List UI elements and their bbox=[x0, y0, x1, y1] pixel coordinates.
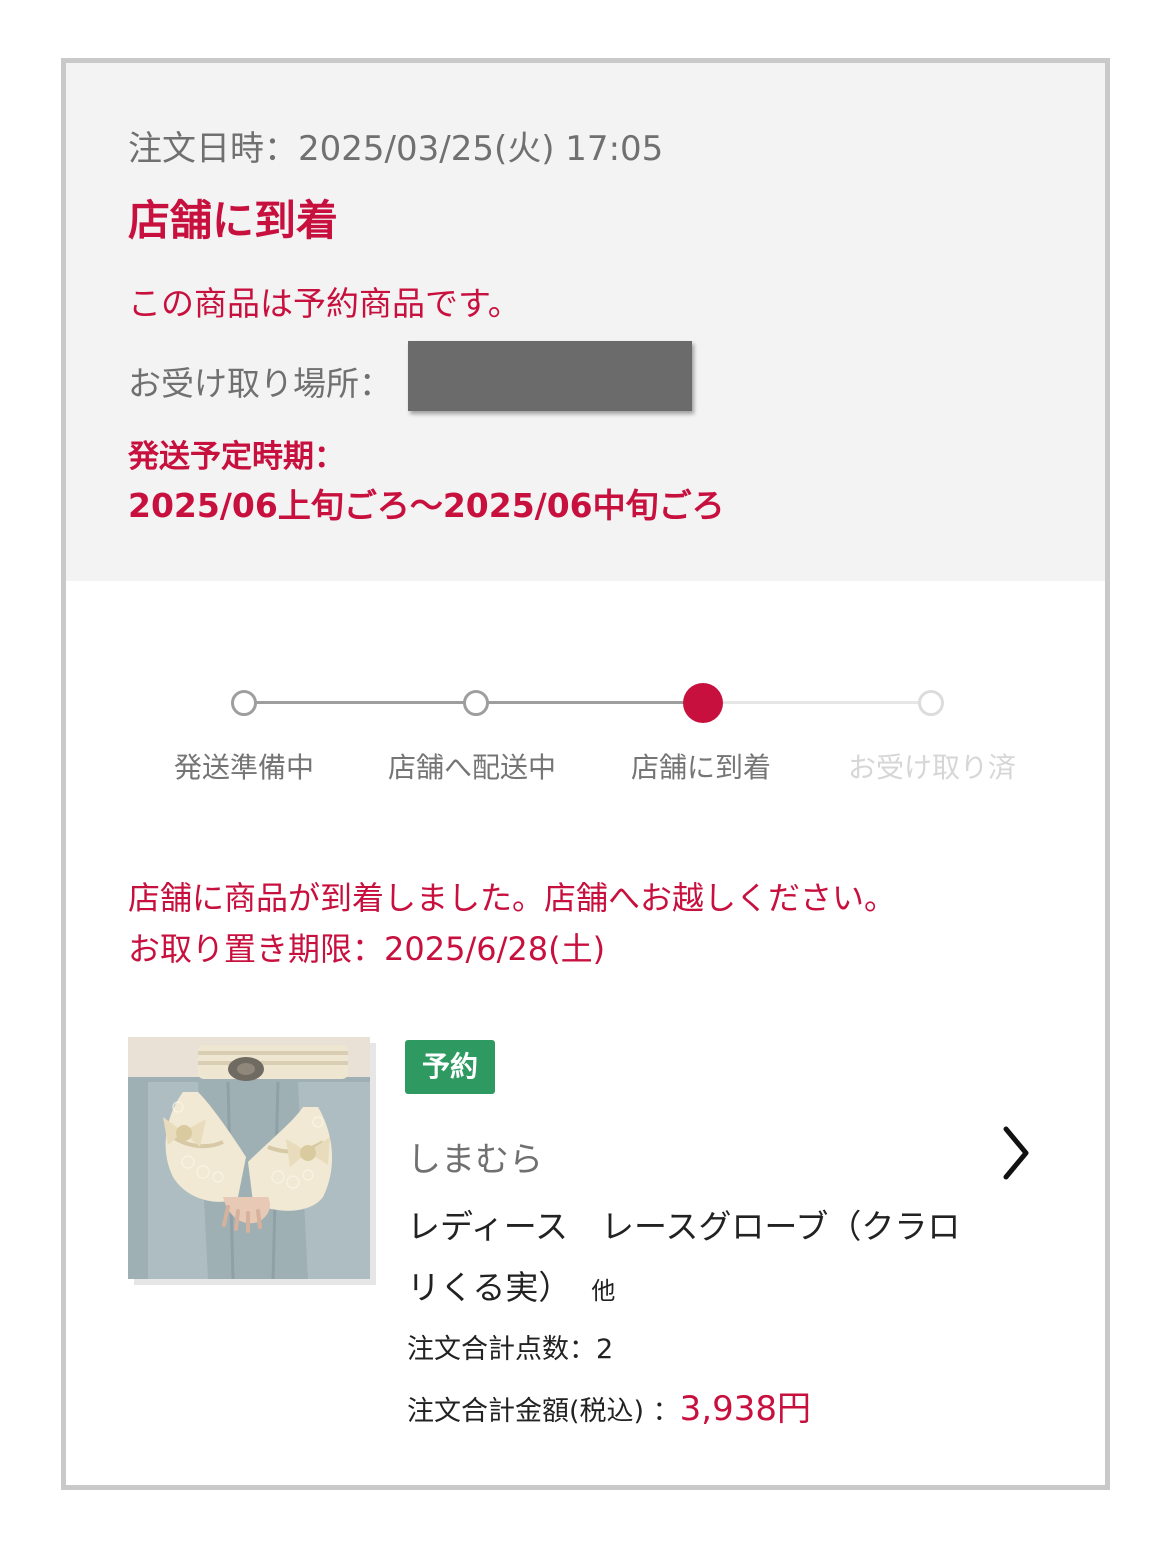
step-dot-2 bbox=[463, 690, 489, 716]
hold-deadline: お取り置き期限：2025/6/28(土) bbox=[128, 924, 896, 975]
order-date-value: 2025/03/25(火) 17:05 bbox=[298, 129, 664, 169]
step-label-2: 店舗へ配送中 bbox=[387, 751, 557, 784]
lace-gloves-photo-icon bbox=[128, 1037, 370, 1279]
product-others: 他 bbox=[591, 1277, 616, 1305]
progress-line-2 bbox=[476, 701, 703, 704]
product-image[interactable] bbox=[128, 1037, 370, 1279]
step-label-1: 発送準備中 bbox=[173, 751, 315, 784]
arrival-notice: 店舗に商品が到着しました。店舗へお越しください。 お取り置き期限：2025/6/… bbox=[128, 873, 896, 975]
ship-schedule-label: 発送予定時期： bbox=[128, 439, 345, 475]
order-card: 注文日時：2025/03/25(火) 17:05 店舗に到着 この商品は予約商品… bbox=[61, 58, 1110, 1490]
product-name-text: レディース レースグローブ（クラロリくる実） bbox=[407, 1207, 961, 1307]
progress-line-3 bbox=[703, 701, 931, 704]
ship-schedule-value: 2025/06上旬ごろ〜2025/06中旬ごろ bbox=[128, 486, 725, 525]
product-row[interactable]: 予約 しまむら レディース レースグローブ（クラロリくる実）他 注文合計点数：2… bbox=[66, 1031, 1105, 1451]
step-dot-4 bbox=[918, 690, 944, 716]
delivery-progress: 発送準備中 店舗へ配送中 店舗に到着 お受け取り済 bbox=[66, 673, 1105, 803]
step-dot-1 bbox=[231, 690, 257, 716]
arrival-message: 店舗に商品が到着しました。店舗へお越しください。 bbox=[128, 879, 897, 917]
order-count-label: 注文合計点数： bbox=[407, 1334, 596, 1365]
order-total-label: 注文合計金額(税込) bbox=[407, 1396, 645, 1427]
step-dot-3 bbox=[683, 683, 723, 723]
product-name: レディース レースグローブ（クラロリくる実）他 bbox=[407, 1196, 977, 1322]
step-label-3: 店舗に到着 bbox=[630, 751, 772, 784]
hold-deadline-label: お取り置き期限： bbox=[128, 930, 385, 968]
shop-name: しまむら bbox=[407, 1140, 543, 1180]
order-header: 注文日時：2025/03/25(火) 17:05 店舗に到着 この商品は予約商品… bbox=[66, 63, 1105, 581]
order-total: 注文合計金額(税込) ：3,938円 bbox=[407, 1381, 811, 1430]
order-count: 注文合計点数：2 bbox=[407, 1327, 613, 1366]
progress-line-1 bbox=[244, 701, 476, 704]
pickup-location-redacted bbox=[408, 341, 692, 411]
hold-deadline-value: 2025/6/28(土) bbox=[384, 930, 606, 968]
pickup-location-label: お受け取り場所： bbox=[128, 364, 392, 403]
order-count-value: 2 bbox=[596, 1334, 614, 1365]
order-date-label: 注文日時： bbox=[128, 129, 298, 169]
status-title: 店舗に到着 bbox=[128, 196, 339, 245]
step-label-4: お受け取り済 bbox=[847, 751, 1017, 784]
chevron-right-icon[interactable] bbox=[996, 1123, 1036, 1183]
order-date: 注文日時：2025/03/25(火) 17:05 bbox=[128, 121, 663, 170]
preorder-note: この商品は予約商品です。 bbox=[128, 284, 521, 323]
order-total-separator: ： bbox=[652, 1396, 680, 1427]
preorder-badge: 予約 bbox=[405, 1040, 495, 1094]
order-total-value: 3,938円 bbox=[679, 1389, 812, 1429]
